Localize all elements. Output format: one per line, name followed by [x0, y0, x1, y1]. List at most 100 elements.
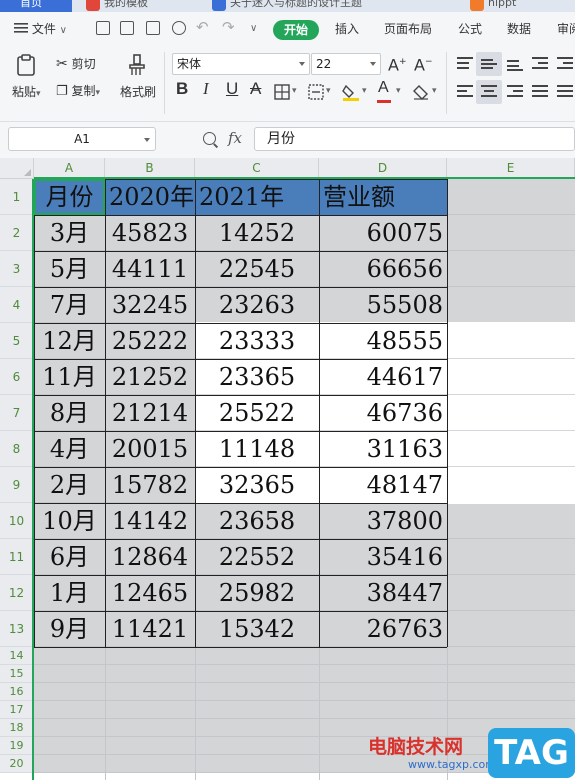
distributed-align-icon[interactable] — [557, 85, 573, 99]
row-header-19[interactable]: 19 — [0, 737, 34, 755]
justify-icon[interactable] — [532, 85, 548, 99]
border-icon[interactable] — [274, 84, 290, 100]
tab-data[interactable]: 数据 — [507, 20, 531, 38]
tab-formulas[interactable]: 公式 — [458, 20, 482, 38]
table-cell[interactable]: 20015 — [105, 431, 195, 467]
fill-color-dropdown-icon[interactable]: ▾ — [362, 86, 367, 96]
table-cell[interactable]: 21252 — [105, 359, 195, 395]
row-header-8[interactable]: 8 — [0, 431, 34, 467]
table-cell[interactable]: 44111 — [105, 251, 195, 287]
tab-review[interactable]: 审阅 — [557, 20, 575, 38]
fill-color-icon[interactable] — [342, 83, 360, 101]
row-header-7[interactable]: 7 — [0, 395, 34, 431]
table-cell[interactable]: 10月 — [34, 503, 105, 539]
table-cell[interactable]: 25522 — [195, 395, 319, 431]
table-cell[interactable]: 45823 — [105, 215, 195, 251]
table-cell[interactable]: 2月 — [34, 467, 105, 503]
merge-dropdown-icon[interactable]: ▾ — [326, 86, 331, 96]
decrease-font-size-icon[interactable]: A− — [414, 54, 433, 73]
table-cell[interactable]: 15782 — [105, 467, 195, 503]
border-dropdown-icon[interactable]: ▾ — [292, 86, 297, 96]
table-cell[interactable]: 26763 — [319, 611, 447, 647]
font-color-button[interactable]: A — [378, 80, 389, 96]
table-cell[interactable]: 22552 — [195, 539, 319, 575]
table-cell[interactable]: 25222 — [105, 323, 195, 359]
table-cell[interactable]: 38447 — [319, 575, 447, 611]
table-cell[interactable]: 55508 — [319, 287, 447, 323]
align-right-icon[interactable] — [507, 85, 523, 99]
row-header-18[interactable]: 18 — [0, 719, 34, 737]
table-cell[interactable]: 4月 — [34, 431, 105, 467]
quick-access-more-icon[interactable]: ∨ — [250, 20, 257, 38]
column-header-c[interactable]: C — [195, 158, 319, 179]
row-header-1[interactable]: 1 — [0, 179, 34, 215]
column-header-a[interactable]: A — [34, 158, 105, 179]
table-cell[interactable]: 14142 — [105, 503, 195, 539]
table-cell[interactable]: 11421 — [105, 611, 195, 647]
name-box[interactable]: A1 — [8, 127, 156, 151]
table-cell[interactable]: 37800 — [319, 503, 447, 539]
format-painter-button[interactable]: 格式刷 — [120, 84, 156, 100]
table-cell[interactable]: 9月 — [34, 611, 105, 647]
align-top-icon[interactable] — [457, 57, 473, 71]
row-header-5[interactable]: 5 — [0, 323, 34, 359]
table-cell[interactable]: 12864 — [105, 539, 195, 575]
italic-button[interactable]: I — [203, 80, 209, 97]
table-cell[interactable]: 23333 — [195, 323, 319, 359]
fx-icon[interactable]: fx — [228, 129, 242, 147]
indent-decrease-icon[interactable] — [532, 57, 548, 71]
row-header-17[interactable]: 17 — [0, 701, 34, 719]
undo-icon[interactable]: ↶ — [196, 18, 209, 36]
column-header-e[interactable]: E — [447, 158, 575, 179]
row-header-2[interactable]: 2 — [0, 215, 34, 251]
tab-page-layout[interactable]: 页面布局 — [384, 20, 432, 38]
table-cell[interactable]: 3月 — [34, 215, 105, 251]
table-cell[interactable]: 21214 — [105, 395, 195, 431]
column-header-d[interactable]: D — [319, 158, 447, 179]
clear-dropdown-icon[interactable]: ▾ — [432, 86, 437, 96]
row-header-20[interactable]: 20 — [0, 755, 34, 773]
row-header-13[interactable]: 13 — [0, 611, 34, 647]
row-header-4[interactable]: 4 — [0, 287, 34, 323]
row-header-15[interactable]: 15 — [0, 665, 34, 683]
export-pdf-icon[interactable] — [120, 21, 134, 35]
file-menu[interactable]: 文件 ∨ — [14, 20, 67, 40]
tab-ppt[interactable]: hippt — [466, 0, 516, 12]
font-color-dropdown-icon[interactable]: ▾ — [396, 86, 401, 96]
bold-button[interactable]: B — [176, 80, 188, 97]
table-header-cell[interactable]: 营业额 — [319, 179, 447, 215]
table-cell[interactable]: 23263 — [195, 287, 319, 323]
row-header-3[interactable]: 3 — [0, 251, 34, 287]
tab-home[interactable]: 首页 — [0, 0, 72, 12]
table-cell[interactable]: 32365 — [195, 467, 319, 503]
table-cell[interactable]: 6月 — [34, 539, 105, 575]
paste-icon[interactable] — [16, 54, 36, 76]
merge-cells-icon[interactable] — [308, 84, 324, 100]
save-icon[interactable] — [96, 21, 110, 35]
table-cell[interactable]: 46736 — [319, 395, 447, 431]
row-header-11[interactable]: 11 — [0, 539, 34, 575]
spreadsheet-grid[interactable]: A B C D E 1 2 3 4 5 6 7 8 9 10 11 12 13 14 15 16 17 18 19 20 月份 20… — [0, 158, 575, 780]
table-cell[interactable]: 7月 — [34, 287, 105, 323]
table-cell[interactable]: 23365 — [195, 359, 319, 395]
cut-button[interactable]: ✂ 剪切 — [56, 56, 96, 72]
table-cell[interactable]: 48147 — [319, 467, 447, 503]
table-cell[interactable]: 14252 — [195, 215, 319, 251]
table-cell[interactable]: 22545 — [195, 251, 319, 287]
table-cell[interactable]: 60075 — [319, 215, 447, 251]
table-cell[interactable]: 11148 — [195, 431, 319, 467]
row-header-12[interactable]: 12 — [0, 575, 34, 611]
table-cell[interactable]: 8月 — [34, 395, 105, 431]
paste-button[interactable]: 粘贴▾ — [12, 84, 41, 102]
select-all-corner[interactable] — [0, 158, 34, 179]
table-header-cell[interactable]: 2020年 — [105, 179, 195, 215]
table-cell[interactable]: 12月 — [34, 323, 105, 359]
formula-input[interactable]: 月份 — [254, 127, 575, 151]
underline-button[interactable]: U — [226, 80, 238, 97]
table-cell[interactable]: 35416 — [319, 539, 447, 575]
row-header-14[interactable]: 14 — [0, 647, 34, 665]
strikethrough-icon[interactable]: A — [250, 80, 261, 97]
table-cell[interactable]: 1月 — [34, 575, 105, 611]
table-cell[interactable]: 48555 — [319, 323, 447, 359]
align-bottom-icon[interactable] — [507, 57, 523, 71]
